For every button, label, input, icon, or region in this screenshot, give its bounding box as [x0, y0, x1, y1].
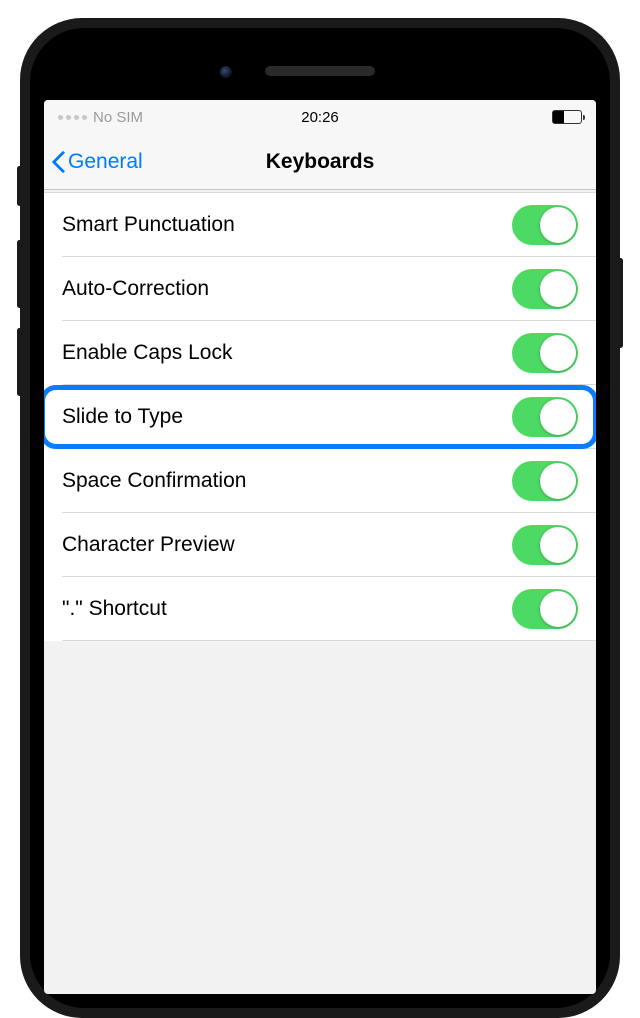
- toggle-knob: [540, 463, 576, 499]
- settings-row-label: Smart Punctuation: [62, 213, 235, 237]
- signal-icon: [58, 115, 87, 120]
- status-bar: No SIM 20:26: [44, 100, 596, 134]
- nav-bar: General Keyboards: [44, 134, 596, 190]
- clock: 20:26: [301, 109, 339, 126]
- status-left: No SIM: [58, 109, 143, 126]
- front-camera: [220, 66, 232, 78]
- chevron-left-icon: [52, 150, 66, 174]
- back-label: General: [68, 150, 143, 174]
- settings-row-label: Auto-Correction: [62, 277, 209, 301]
- page-title: Keyboards: [266, 150, 375, 174]
- back-button[interactable]: General: [52, 150, 143, 174]
- toggle-knob: [540, 271, 576, 307]
- settings-list: Smart Punctuation Auto-Correction Enable C…: [44, 192, 596, 641]
- earpiece-speaker: [265, 66, 375, 76]
- toggle-switch[interactable]: [512, 525, 578, 565]
- settings-row: Enable Caps Lock: [44, 321, 596, 385]
- toggle-knob: [540, 527, 576, 563]
- settings-row: Auto-Correction: [44, 257, 596, 321]
- settings-row-label: Space Confirmation: [62, 469, 246, 493]
- toggle-switch[interactable]: [512, 269, 578, 309]
- toggle-switch[interactable]: [512, 397, 578, 437]
- settings-row: Smart Punctuation: [44, 193, 596, 257]
- settings-row: Slide to Type: [44, 385, 596, 449]
- settings-row-label: Character Preview: [62, 533, 235, 557]
- toggle-knob: [540, 207, 576, 243]
- toggle-knob: [540, 335, 576, 371]
- side-button: [17, 166, 22, 206]
- settings-row: Space Confirmation: [44, 449, 596, 513]
- volume-up-button: [17, 240, 22, 308]
- toggle-knob: [540, 591, 576, 627]
- toggle-knob: [540, 399, 576, 435]
- phone-frame: No SIM 20:26 General Keyboards Smart Pun…: [20, 18, 620, 1018]
- screen: No SIM 20:26 General Keyboards Smart Pun…: [44, 100, 596, 994]
- toggle-switch[interactable]: [512, 461, 578, 501]
- power-button: [618, 258, 623, 348]
- toggle-switch[interactable]: [512, 589, 578, 629]
- settings-row: Character Preview: [44, 513, 596, 577]
- carrier-label: No SIM: [93, 109, 143, 126]
- volume-down-button: [17, 328, 22, 396]
- phone-bezel: No SIM 20:26 General Keyboards Smart Pun…: [30, 28, 610, 1008]
- settings-row-label: Enable Caps Lock: [62, 341, 232, 365]
- settings-row-label: Slide to Type: [62, 405, 183, 429]
- toggle-switch[interactable]: [512, 333, 578, 373]
- battery-fill: [553, 111, 564, 123]
- toggle-switch[interactable]: [512, 205, 578, 245]
- battery-icon: [552, 110, 582, 124]
- settings-row-label: "." Shortcut: [62, 597, 167, 621]
- settings-row: "." Shortcut: [44, 577, 596, 641]
